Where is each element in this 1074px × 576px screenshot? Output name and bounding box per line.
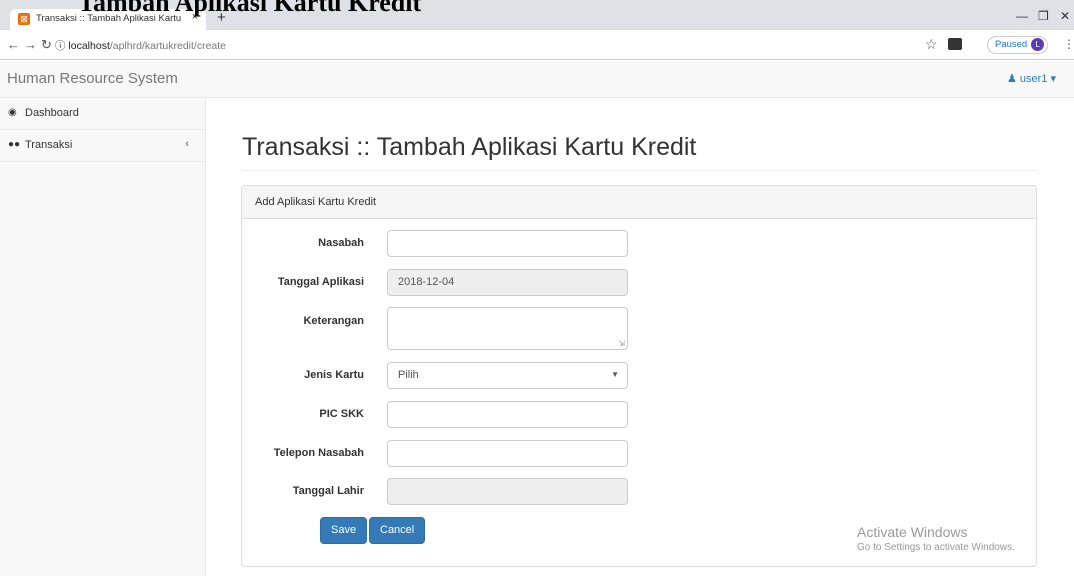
sidebar-item-label: Dashboard: [25, 107, 79, 119]
pic-skk-label: PIC SKK: [319, 408, 364, 420]
watermark-line1: Activate Windows: [857, 524, 968, 540]
telepon-nasabah-input[interactable]: [387, 440, 628, 467]
url-host: localhost: [68, 40, 110, 52]
favicon-icon: ⊠: [18, 13, 30, 25]
keterangan-textarea[interactable]: ⇲: [387, 307, 628, 350]
extension-icon[interactable]: [948, 38, 962, 50]
pic-skk-input[interactable]: [387, 401, 628, 428]
forward-icon[interactable]: →: [24, 37, 37, 52]
address-bar[interactable]: ⓘ localhost/aplhrd/kartukredit/create: [55, 38, 226, 53]
back-icon[interactable]: ←: [7, 37, 20, 52]
user-icon: ♟: [1006, 73, 1017, 85]
sidebar-item-dashboard[interactable]: ◉ Dashboard: [0, 98, 205, 130]
jenis-kartu-select[interactable]: Pilih ▼: [387, 362, 628, 389]
sidebar-item-label: Transaksi: [25, 139, 73, 151]
users-icon: ●●: [8, 139, 21, 150]
sidebar: ◉ Dashboard ●● Transaksi ‹: [0, 98, 206, 576]
panel-heading: Add Aplikasi Kartu Kredit: [242, 186, 1036, 219]
nasabah-input[interactable]: [387, 230, 628, 257]
nasabah-label: Nasabah: [318, 237, 364, 249]
app-navbar: Human Resource System ♟ user1 ▾: [0, 61, 1074, 98]
tanggal-aplikasi-input[interactable]: 2018-12-04: [387, 269, 628, 296]
chevron-left-icon: ‹: [185, 138, 189, 150]
watermark-line2: Go to Settings to activate Windows.: [857, 542, 1015, 553]
activation-watermark: Activate Windows Go to Settings to activ…: [857, 524, 1015, 553]
close-window-icon[interactable]: ✕: [1060, 9, 1070, 23]
jenis-kartu-selected: Pilih: [398, 369, 419, 381]
menu-icon[interactable]: ⋮: [1063, 37, 1074, 51]
tanggal-lahir-input[interactable]: [387, 478, 628, 505]
brand[interactable]: Human Resource System: [7, 70, 178, 87]
reload-icon[interactable]: ↻: [41, 37, 52, 53]
tanggal-lahir-label: Tanggal Lahir: [292, 485, 364, 497]
url-path: /aplhrd/kartukredit/create: [109, 40, 227, 52]
page-title: Transaksi :: Tambah Aplikasi Kartu Kredi…: [242, 133, 697, 161]
tanggal-aplikasi-label: Tanggal Aplikasi: [277, 276, 364, 288]
user-name: user1: [1019, 73, 1048, 85]
cancel-button[interactable]: Cancel: [369, 517, 426, 544]
divider: [242, 170, 1037, 171]
user-menu[interactable]: ♟ user1 ▾: [1007, 72, 1056, 85]
profile-status: Paused: [995, 39, 1028, 50]
panel-heading-text: Add Aplikasi Kartu Kredit: [255, 196, 377, 208]
profile-button[interactable]: Paused L: [987, 36, 1049, 54]
telepon-nasabah-label: Telepon Nasabah: [273, 447, 364, 459]
sidebar-item-transaksi[interactable]: ●● Transaksi ‹: [0, 130, 205, 162]
bookmark-star-icon[interactable]: ☆: [925, 36, 938, 53]
caret-down-icon: ▼: [611, 370, 619, 379]
resize-grip-icon[interactable]: ⇲: [618, 339, 625, 348]
info-icon: ⓘ: [55, 40, 66, 52]
restore-icon[interactable]: ❐: [1038, 9, 1049, 23]
jenis-kartu-label: Jenis Kartu: [304, 369, 364, 381]
caret-down-icon: ▾: [1050, 73, 1056, 85]
browser-toolbar: ← → ↻ ⓘ localhost/aplhrd/kartukredit/cre…: [0, 30, 1074, 60]
dashboard-icon: ◉: [8, 107, 17, 118]
keterangan-label: Keterangan: [303, 315, 364, 327]
save-button[interactable]: Save: [320, 517, 368, 544]
minimize-icon[interactable]: —: [1016, 9, 1028, 23]
overlay-title: Tambah Aplikasi Kartu Kredit: [78, 0, 422, 17]
avatar: L: [1031, 37, 1045, 51]
